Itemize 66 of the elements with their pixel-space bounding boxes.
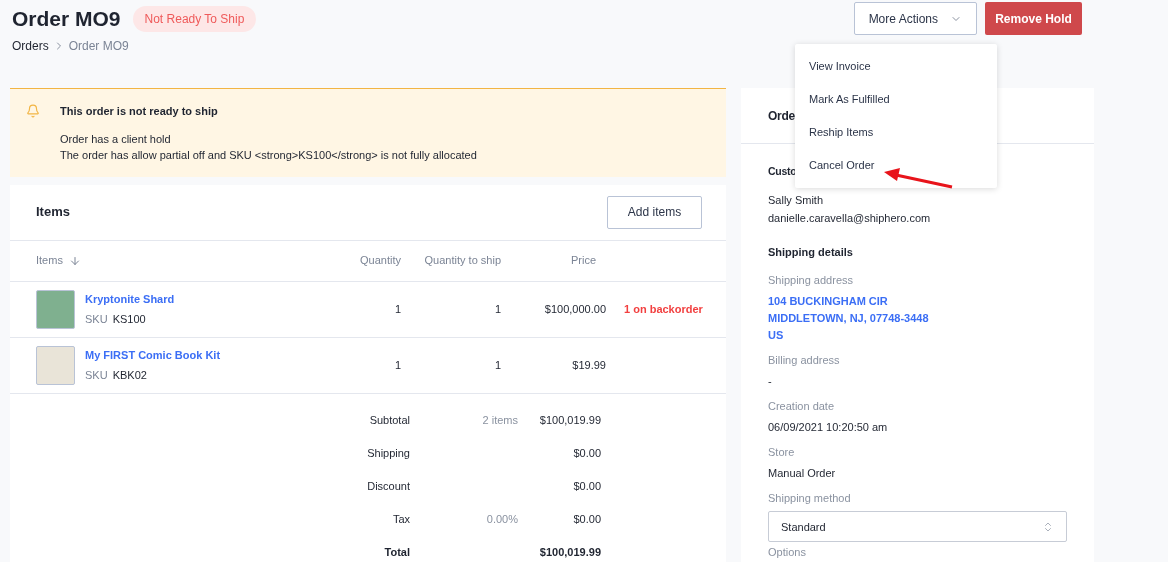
field-label: Creation date xyxy=(768,398,836,414)
total-value: $100,019.99 xyxy=(538,412,601,428)
sku-value: KS100 xyxy=(112,311,146,327)
alert-message: The order has allow partial off and SKU <strong>KS100</strong> is not fully allocated xyxy=(60,147,477,163)
price-cell-text: $19.99 xyxy=(571,357,606,373)
sku-label: SKU xyxy=(85,311,108,327)
quantity-cell-text: 1 xyxy=(393,357,401,373)
field-value: - xyxy=(768,374,773,390)
total-value: $0.00 xyxy=(572,445,601,461)
sku-value: KBK02 xyxy=(112,367,147,383)
menu-item[interactable]: Cancel Order xyxy=(795,149,997,182)
quantity-cell-text: 1 xyxy=(393,301,401,317)
page-title: Order MO9 xyxy=(12,6,121,32)
total-label: Discount xyxy=(366,478,410,494)
customer-email: danielle.caravella@shiphero.com xyxy=(768,211,932,227)
product-link[interactable]: Kryptonite Shard xyxy=(85,291,175,308)
total-label: Tax xyxy=(391,511,410,527)
product-link[interactable]: My FIRST Comic Book Kit xyxy=(85,347,221,364)
column-header: Price xyxy=(569,253,597,269)
breadcrumb-link[interactable]: Orders xyxy=(12,37,49,55)
total-label: Subtotal xyxy=(368,412,410,428)
price-cell-text: $100,000.00 xyxy=(543,301,606,317)
field-value: Manual Order xyxy=(768,466,837,482)
add-items-button[interactable]: Add items xyxy=(607,195,702,229)
total-value: $100,019.99 xyxy=(538,544,601,560)
quantity-to-ship-cell-text: 1 xyxy=(493,301,501,317)
photo-placeholder xyxy=(36,345,75,385)
total-label: Shipping xyxy=(366,445,410,461)
sort-arrow-icon[interactable] xyxy=(68,254,81,267)
field-label: Options xyxy=(768,546,807,560)
column-header: Quantity xyxy=(359,253,401,269)
menu-item[interactable]: Reship Items xyxy=(795,116,997,149)
total-note: 0.00% xyxy=(485,511,518,527)
total-value: $0.00 xyxy=(572,511,601,527)
total-label: Total xyxy=(383,544,410,560)
field-label: Billing address xyxy=(768,352,841,368)
field-label: Shipping method xyxy=(768,490,852,506)
section-heading: Custo xyxy=(768,164,797,179)
alert-title: This order is not ready to ship xyxy=(60,104,219,119)
backorder-status: 1 on backorder xyxy=(623,301,704,317)
status-badge: Not Ready To Ship xyxy=(132,6,257,32)
breadcrumb-link[interactable]: Order MO9 xyxy=(68,37,129,55)
alert-message: Order has a client hold xyxy=(60,131,172,147)
total-note: 2 items xyxy=(481,412,518,428)
photo-placeholder xyxy=(36,289,75,329)
column-header: Quantity to ship xyxy=(423,253,501,269)
sku-label: SKU xyxy=(85,367,108,383)
more-actions-button[interactable]: More Actions xyxy=(853,2,977,35)
panel-title: Orde xyxy=(768,107,795,125)
bell-icon xyxy=(26,104,40,118)
section-heading: Shipping details xyxy=(768,244,854,260)
quantity-to-ship-cell-text: 1 xyxy=(493,357,501,373)
remove-hold-button[interactable]: Remove Hold xyxy=(985,2,1082,35)
shipping-method-select[interactable]: Standard xyxy=(768,511,1067,543)
column-header[interactable]: Items xyxy=(36,252,63,269)
items-title: Items xyxy=(36,203,70,222)
customer-name: Sally Smith xyxy=(768,192,825,208)
field-value: 06/09/2021 10:20:50 am xyxy=(768,420,889,436)
field-label: Shipping address xyxy=(768,273,854,289)
menu-item[interactable]: View Invoice xyxy=(795,50,997,83)
pointer-arrow-icon xyxy=(882,167,954,189)
select-arrows-icon xyxy=(1042,520,1054,533)
field-label: Store xyxy=(768,444,796,460)
total-value: $0.00 xyxy=(572,478,601,494)
shipping-address-link[interactable]: 104 BUCKINGHAM CIR MIDDLETOWN, NJ, 07748-3448 US xyxy=(768,292,1067,344)
menu-item[interactable]: Mark As Fulfilled xyxy=(795,83,997,116)
